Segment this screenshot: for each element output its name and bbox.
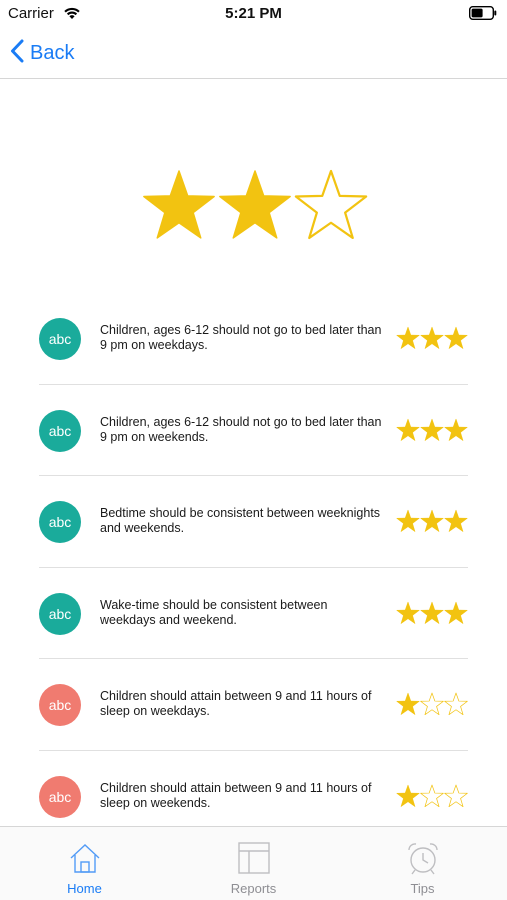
rule-list: abc Children, ages 6-12 should not go to … xyxy=(39,293,468,843)
tab-label: Reports xyxy=(230,881,277,896)
rule-badge: abc xyxy=(39,775,81,818)
star-filled-icon xyxy=(396,601,420,624)
navigation-bar: Back xyxy=(0,30,507,79)
rule-text: Children should attain between 9 and 11 … xyxy=(100,689,372,719)
star-filled-icon xyxy=(396,693,420,716)
rule-text: Wake-time should be consistent between w… xyxy=(100,597,328,627)
back-label: Back xyxy=(30,41,75,64)
star-filled-icon xyxy=(396,418,420,441)
tab-reports[interactable]: Reports xyxy=(169,827,338,900)
rule-row[interactable]: abc Wake-time should be consistent betwee… xyxy=(39,568,468,660)
star-filled-icon xyxy=(444,509,468,533)
star-filled-icon xyxy=(396,784,420,807)
rule-badge: abc xyxy=(39,684,81,727)
alarm-clock-icon xyxy=(406,841,440,875)
tab-bar: Home Reports Tips xyxy=(0,826,507,900)
star-empty-icon xyxy=(444,692,468,716)
star-filled-icon xyxy=(219,170,291,239)
rule-badge: abc xyxy=(39,592,81,635)
star-filled-icon xyxy=(420,326,444,349)
star-empty-icon xyxy=(420,784,444,808)
star-filled-icon xyxy=(444,326,468,349)
back-button[interactable]: Back xyxy=(10,38,74,68)
star-filled-icon xyxy=(396,509,420,533)
rule-star-rating xyxy=(396,601,468,625)
star-filled-icon xyxy=(420,418,444,441)
overall-star-rating xyxy=(141,168,369,242)
tab-home[interactable]: Home xyxy=(0,827,169,900)
rule-row[interactable]: abc Children should attain between 9 and … xyxy=(39,659,468,751)
rule-star-rating xyxy=(396,418,468,442)
reports-icon xyxy=(237,841,271,875)
star-filled-icon xyxy=(396,326,420,349)
rule-row[interactable]: abc Children, ages 6-12 should not go to … xyxy=(39,293,468,385)
status-bar: Carrier 5:21 PM xyxy=(0,0,507,30)
star-filled-icon xyxy=(143,170,215,239)
rule-text: Children should attain between 9 and 11 … xyxy=(100,780,372,810)
rule-row[interactable]: abc Children, ages 6-12 should not go to … xyxy=(39,385,468,477)
home-icon xyxy=(68,841,102,875)
rule-badge: abc xyxy=(39,501,81,544)
battery-icon xyxy=(468,5,497,25)
rule-star-rating xyxy=(396,509,468,533)
rule-star-rating xyxy=(396,784,468,808)
star-filled-icon xyxy=(444,418,468,441)
screen: Carrier 5:21 PM Back abcChildren, ages xyxy=(0,0,507,900)
rule-star-rating xyxy=(396,326,468,350)
rule-row[interactable]: abc Bedtime should be consistent between … xyxy=(39,476,468,568)
star-empty-icon xyxy=(294,169,368,240)
status-time: 5:21 PM xyxy=(225,5,282,22)
tab-label: Home xyxy=(67,881,102,896)
rule-badge: abc xyxy=(39,409,81,452)
chevron-left-icon xyxy=(10,39,24,68)
rule-text: Children, ages 6-12 should not go to bed… xyxy=(100,414,382,444)
rule-text: Children, ages 6-12 should not go to bed… xyxy=(100,323,382,352)
rule-star-rating xyxy=(396,692,468,716)
star-filled-icon xyxy=(444,601,468,624)
star-empty-icon xyxy=(444,784,468,808)
star-filled-icon xyxy=(420,509,444,533)
tab-tips[interactable]: Tips xyxy=(338,827,507,900)
rule-badge: abc xyxy=(39,318,81,360)
star-filled-icon xyxy=(420,601,444,624)
star-empty-icon xyxy=(420,692,444,716)
tab-label: Tips xyxy=(410,881,435,896)
rule-text: Bedtime should be consistent between wee… xyxy=(100,506,381,536)
